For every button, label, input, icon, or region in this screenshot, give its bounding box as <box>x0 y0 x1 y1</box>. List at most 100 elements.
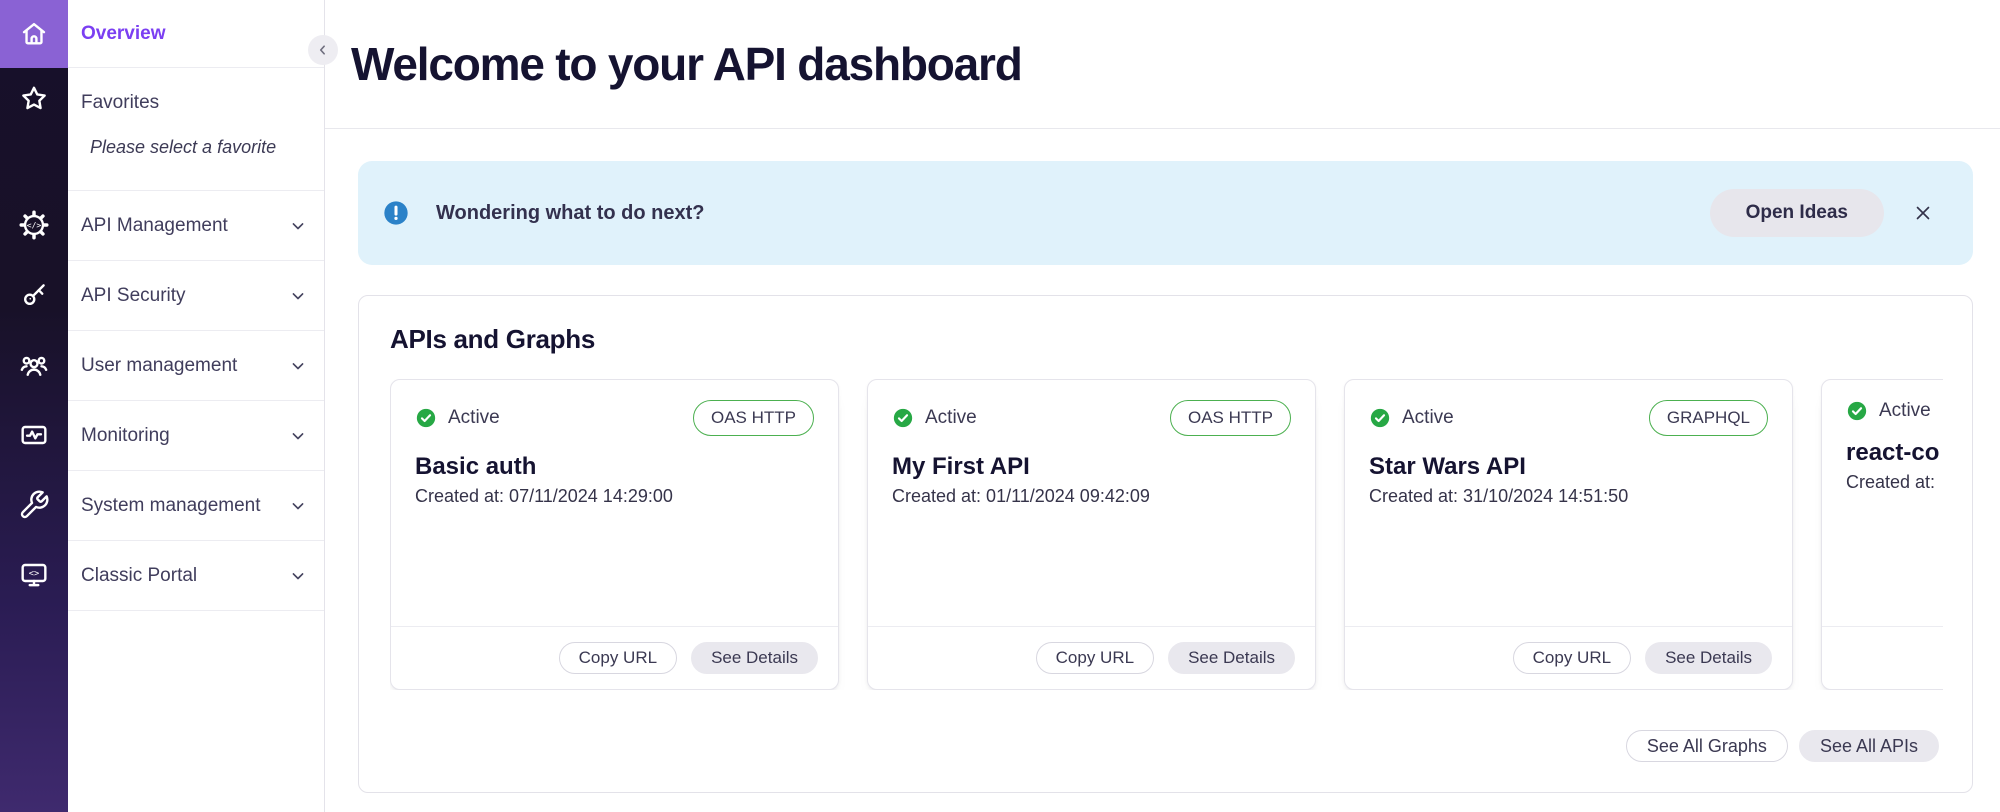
cards-row: Active OAS HTTP Basic auth Created at: 0… <box>390 379 1943 690</box>
api-card: Active OAS HTTP My First API Created at:… <box>867 379 1316 690</box>
status-badge: Active <box>415 407 500 429</box>
close-icon <box>1912 202 1934 224</box>
api-created-at: Created at: 01/11/2024 09:42:09 <box>892 486 1291 507</box>
rail-item-monitoring[interactable] <box>0 418 68 452</box>
see-details-button[interactable]: See Details <box>1168 642 1295 674</box>
sidebar-item-label: Monitoring <box>81 425 170 447</box>
api-created-at: Created at: 31/10/2024 14:51:50 <box>1369 486 1768 507</box>
copy-url-button[interactable]: Copy URL <box>559 642 677 674</box>
sidebar-item-api-security[interactable]: API Security <box>68 261 324 331</box>
star-icon <box>18 83 50 115</box>
status-badge: Active <box>1846 400 1931 422</box>
sidebar-item-label: API Security <box>81 285 186 307</box>
api-card-title: react-co <box>1846 439 1943 467</box>
rail-item-system-management[interactable] <box>0 488 68 522</box>
api-card-footer: Copy URL See Details <box>868 626 1315 689</box>
check-circle-icon <box>1369 407 1391 429</box>
api-card-footer: Copy URL See Details <box>391 626 838 689</box>
api-card-body: Active OAS HTTP My First API Created at:… <box>868 380 1315 626</box>
sidebar-item-label: Overview <box>81 23 166 45</box>
chevron-down-icon <box>288 286 308 306</box>
chevron-down-icon <box>288 496 308 516</box>
api-card-footer: Copy URL See Details <box>1822 626 1943 689</box>
sidebar-item-classic-portal[interactable]: Classic Portal <box>68 541 324 611</box>
rail-item-overview[interactable] <box>0 0 68 68</box>
chevron-down-icon <box>288 426 308 446</box>
check-circle-icon <box>1846 400 1868 422</box>
api-type-badge: GRAPHQL <box>1649 400 1768 436</box>
api-card: Active react-co Created at: Copy URL See… <box>1821 379 1943 690</box>
see-all-graphs-button[interactable]: See All Graphs <box>1626 730 1788 762</box>
sidebar: Overview Favorites Please select a favor… <box>68 0 325 812</box>
rail-item-user-management[interactable] <box>0 348 68 382</box>
chevron-down-icon <box>288 216 308 236</box>
api-card-title: My First API <box>892 453 1291 481</box>
rail-item-api-security[interactable] <box>0 278 68 312</box>
copy-url-button[interactable]: Copy URL <box>1036 642 1154 674</box>
rail-item-api-management[interactable]: </> <box>0 208 68 242</box>
sidebar-item-overview[interactable]: Overview <box>68 0 324 68</box>
info-banner: Wondering what to do next? Open Ideas <box>358 161 1973 265</box>
api-created-at: Created at: 07/11/2024 14:29:00 <box>415 486 814 507</box>
sidebar-item-system-management[interactable]: System management <box>68 471 324 541</box>
apis-section-title: APIs and Graphs <box>390 324 1972 355</box>
page-title: Welcome to your API dashboard <box>351 37 1022 91</box>
see-details-button[interactable]: See Details <box>691 642 818 674</box>
key-icon <box>18 279 50 311</box>
sidebar-item-label: User management <box>81 355 237 377</box>
status-label: Active <box>1879 400 1931 422</box>
open-ideas-button[interactable]: Open Ideas <box>1710 189 1884 237</box>
api-type-badge: OAS HTTP <box>1170 400 1291 436</box>
status-label: Active <box>1402 407 1454 429</box>
api-card-footer: Copy URL See Details <box>1345 626 1792 689</box>
banner-close-button[interactable] <box>1910 200 1936 226</box>
sidebar-item-favorites[interactable]: Favorites <box>81 92 324 114</box>
icon-rail: </> <> <box>0 0 68 812</box>
status-badge: Active <box>1369 407 1454 429</box>
sidebar-favorites-section: Favorites Please select a favorite <box>68 68 324 191</box>
chevron-down-icon <box>288 356 308 376</box>
sidebar-item-label: Classic Portal <box>81 565 197 587</box>
svg-text:</>: </> <box>27 221 42 230</box>
apis-section: APIs and Graphs Active OAS HTTP Basic au… <box>358 295 1973 793</box>
api-card: Active OAS HTTP Basic auth Created at: 0… <box>390 379 839 690</box>
api-card-body: Active react-co Created at: <box>1822 380 1943 626</box>
wrench-icon <box>18 489 50 521</box>
chevron-down-icon <box>288 566 308 586</box>
chevron-left-icon <box>314 41 332 59</box>
check-circle-icon <box>892 407 914 429</box>
monitor-code-icon: <> <box>18 559 50 591</box>
sidebar-nav: API Management API Security User managem… <box>68 191 324 611</box>
api-card-title: Basic auth <box>415 453 814 481</box>
users-icon <box>18 349 50 381</box>
sidebar-item-monitoring[interactable]: Monitoring <box>68 401 324 471</box>
rail-item-favorites[interactable] <box>0 82 68 116</box>
see-details-button[interactable]: See Details <box>1645 642 1772 674</box>
sidebar-item-user-management[interactable]: User management <box>68 331 324 401</box>
api-type-badge: OAS HTTP <box>693 400 814 436</box>
rail-item-classic-portal[interactable]: <> <box>0 558 68 592</box>
monitor-pulse-icon <box>18 419 50 451</box>
sidebar-item-api-management[interactable]: API Management <box>68 191 324 261</box>
api-card-body: Active GRAPHQL Star Wars API Created at:… <box>1345 380 1792 626</box>
api-card-title: Star Wars API <box>1369 453 1768 481</box>
gear-code-icon: </> <box>18 209 50 241</box>
api-card: Active GRAPHQL Star Wars API Created at:… <box>1344 379 1793 690</box>
favorites-hint: Please select a favorite <box>90 137 324 158</box>
see-all-apis-button[interactable]: See All APIs <box>1799 730 1939 762</box>
api-created-at: Created at: <box>1846 472 1943 493</box>
status-label: Active <box>925 407 977 429</box>
status-label: Active <box>448 407 500 429</box>
section-actions: See All Graphs See All APIs <box>1626 730 1939 762</box>
copy-url-button[interactable]: Copy URL <box>1513 642 1631 674</box>
home-icon <box>18 18 50 50</box>
banner-actions: Open Ideas <box>1710 189 1936 237</box>
svg-text:<>: <> <box>29 569 39 579</box>
api-card-body: Active OAS HTTP Basic auth Created at: 0… <box>391 380 838 626</box>
sidebar-collapse-button[interactable] <box>308 35 338 65</box>
banner-message: Wondering what to do next? <box>436 202 705 225</box>
check-circle-icon <box>415 407 437 429</box>
sidebar-item-label: System management <box>81 495 261 517</box>
main-content: Welcome to your API dashboard Wondering … <box>325 0 2000 812</box>
status-badge: Active <box>892 407 977 429</box>
